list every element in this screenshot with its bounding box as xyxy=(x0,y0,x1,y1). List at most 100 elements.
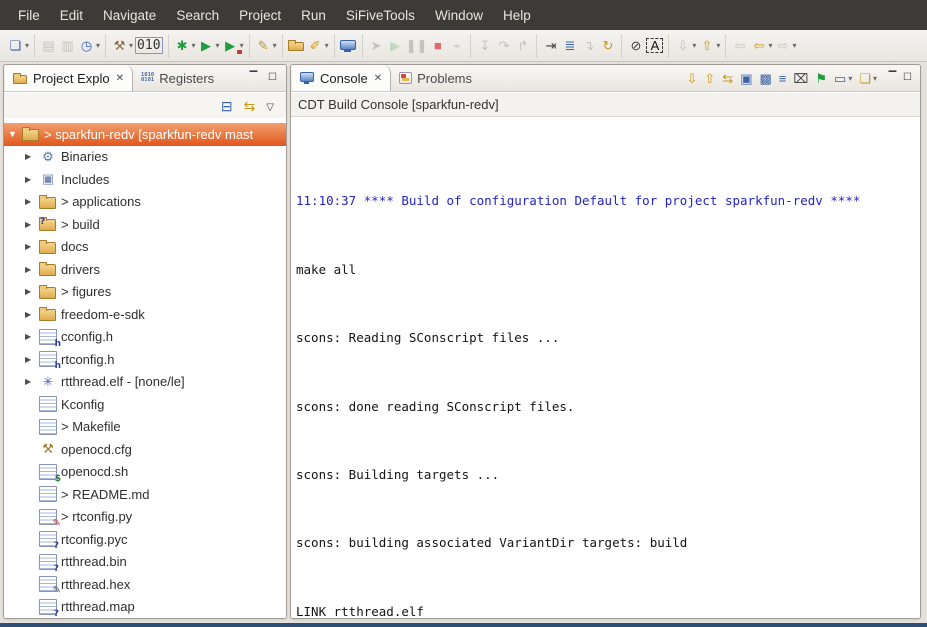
expand-arrow-icon[interactable]: ▶ xyxy=(25,152,39,161)
console-toolbar-button[interactable]: ▩ ▾ xyxy=(759,72,771,85)
expand-arrow-icon[interactable]: ▶ xyxy=(25,310,39,319)
console-toolbar-button[interactable]: ▣ ▾ xyxy=(740,72,752,85)
expand-arrow-icon[interactable]: ▶ xyxy=(25,377,39,386)
menu-item[interactable]: Window xyxy=(425,0,493,30)
toolbar-button[interactable]: ↻ ▾ xyxy=(598,34,617,58)
toolbar-button[interactable]: ▾ xyxy=(334,34,358,58)
toolbar-button[interactable]: ⇧ ▾ xyxy=(697,34,721,58)
dropdown-arrow-icon[interactable]: ▾ xyxy=(873,74,877,83)
dropdown-arrow-icon[interactable]: ▾ xyxy=(692,41,696,50)
toolbar-button[interactable]: ⇥ ▾ xyxy=(536,34,560,58)
console-toolbar-button[interactable]: ❏ ▾ xyxy=(859,72,877,85)
dropdown-arrow-icon[interactable]: ▾ xyxy=(25,41,29,50)
tree-item[interactable]: ▶ ▣ Includes xyxy=(4,168,286,191)
toolbar-button[interactable]: ◷ ▾ xyxy=(77,34,101,58)
dropdown-arrow-icon[interactable]: ▾ xyxy=(240,41,244,50)
dropdown-arrow-icon[interactable]: ▾ xyxy=(716,41,720,50)
toolbar-button[interactable]: ■ ▾ xyxy=(428,34,447,58)
toolbar-button[interactable]: ▶ ▾ xyxy=(197,34,221,58)
toolbar-button[interactable]: ▶ ▾ xyxy=(221,34,245,58)
expand-arrow-icon[interactable]: ▼ xyxy=(8,129,22,139)
console-toolbar-button[interactable]: ⇩ ▾ xyxy=(686,72,697,85)
toolbar-button[interactable]: ↱ ▾ xyxy=(513,34,532,58)
toolbar-button[interactable]: ⚒ ▾ xyxy=(105,34,134,58)
console-toolbar-button[interactable]: ⇧ ▾ xyxy=(704,72,715,85)
close-icon[interactable]: ✕ xyxy=(374,73,382,84)
toolbar-button[interactable]: ▶ ▾ xyxy=(386,34,405,58)
tab-registers[interactable]: 1010 0101 Registers xyxy=(133,65,222,91)
toolbar-button[interactable]: ↴ ▾ xyxy=(579,34,598,58)
toolbar-button[interactable]: ⇦ ▾ xyxy=(725,34,749,58)
expand-arrow-icon[interactable]: ▶ xyxy=(25,265,39,274)
expand-arrow-icon[interactable]: ▶ xyxy=(25,220,39,229)
toolbar-button[interactable]: ↷ ▾ xyxy=(494,34,513,58)
console-toolbar-button[interactable]: ⇆ ▾ xyxy=(722,72,733,85)
console-toolbar-button[interactable]: ≡ ▾ xyxy=(779,72,787,85)
tree-item[interactable]: ▶ drivers xyxy=(4,258,286,281)
toolbar-button[interactable]: ⇩ ▾ xyxy=(668,34,697,58)
menu-item[interactable]: File xyxy=(8,0,50,30)
dropdown-arrow-icon[interactable]: ▾ xyxy=(768,41,772,50)
toolbar-button[interactable]: ▥ ▾ xyxy=(58,34,77,58)
console-toolbar-button[interactable]: ⚑ ▾ xyxy=(815,72,827,85)
tree-item[interactable]: Kconfig xyxy=(4,393,286,416)
console-toolbar-button[interactable]: ▭ ▾ xyxy=(834,72,852,85)
tree-item[interactable]: ▶ > build xyxy=(4,213,286,236)
toolbar-button[interactable]: ≣ ▾ xyxy=(560,34,579,58)
toolbar-button[interactable]: A ▾ xyxy=(645,34,664,58)
toolbar-button[interactable]: ⇦ ▾ xyxy=(749,34,773,58)
expand-arrow-icon[interactable]: ▶ xyxy=(25,242,39,251)
toolbar-button[interactable]: 010 ▾ xyxy=(134,34,163,58)
tree-item[interactable]: > rtconfig.py xyxy=(4,506,286,529)
tree-item[interactable]: ▶ cconfig.h xyxy=(4,326,286,349)
tree-item[interactable]: ▶ ⚙ Binaries xyxy=(4,146,286,169)
tree-item[interactable]: ▶ ✳ rtthread.elf - [none/le] xyxy=(4,371,286,394)
tree-item[interactable]: > Makefile xyxy=(4,416,286,439)
tab-console[interactable]: Console ✕ xyxy=(292,65,391,91)
dropdown-arrow-icon[interactable]: ▾ xyxy=(273,41,277,50)
menu-item[interactable]: Navigate xyxy=(93,0,166,30)
tree-item[interactable]: ▼ > sparkfun-redv [sparkfun-redv mast xyxy=(4,123,286,146)
menu-item[interactable]: SiFiveTools xyxy=(336,0,425,30)
tree-item[interactable]: rtthread.map xyxy=(4,596,286,619)
toolbar-button[interactable]: ▤ ▾ xyxy=(34,34,58,58)
view-toolbar-button[interactable]: ⊟ xyxy=(221,99,233,113)
dropdown-arrow-icon[interactable]: ▾ xyxy=(129,41,133,50)
view-toolbar-button[interactable]: ▽ xyxy=(266,98,274,113)
tab-problems[interactable]: Problems xyxy=(391,65,480,91)
menu-item[interactable]: Run xyxy=(291,0,336,30)
tree-item[interactable]: rtconfig.pyc xyxy=(4,528,286,551)
toolbar-button[interactable]: ➤ ▾ xyxy=(362,34,386,58)
tree-item[interactable]: rtthread.bin xyxy=(4,551,286,574)
expand-arrow-icon[interactable]: ▶ xyxy=(25,175,39,184)
toolbar-button[interactable]: ⇨ ▾ xyxy=(773,34,797,58)
toolbar-button[interactable]: ✎ ▾ xyxy=(249,34,278,58)
minimize-icon[interactable]: ▔ xyxy=(885,73,900,83)
tree-item[interactable]: ▶ docs xyxy=(4,236,286,259)
dropdown-arrow-icon[interactable]: ▾ xyxy=(96,41,100,50)
tree-item[interactable]: > README.md xyxy=(4,483,286,506)
menu-item[interactable]: Project xyxy=(229,0,291,30)
expand-arrow-icon[interactable]: ▶ xyxy=(25,197,39,206)
toolbar-button[interactable]: ▾ xyxy=(282,34,306,58)
minimize-icon[interactable]: ▔ xyxy=(246,73,261,83)
tree-item[interactable]: ▶ rtconfig.h xyxy=(4,348,286,371)
view-toolbar-button[interactable]: ⇆ xyxy=(244,99,256,113)
expand-arrow-icon[interactable]: ▶ xyxy=(25,332,39,341)
dropdown-arrow-icon[interactable]: ▾ xyxy=(192,41,196,50)
toolbar-button[interactable]: ↧ ▾ xyxy=(470,34,494,58)
dropdown-arrow-icon[interactable]: ▾ xyxy=(848,74,852,83)
tree-item[interactable]: rtthread.hex xyxy=(4,573,286,596)
menu-item[interactable]: Edit xyxy=(50,0,93,30)
dropdown-arrow-icon[interactable]: ▾ xyxy=(792,41,796,50)
expand-arrow-icon[interactable]: ▶ xyxy=(25,287,39,296)
toolbar-button[interactable]: ❚❚ ▾ xyxy=(405,34,429,58)
close-icon[interactable]: ✕ xyxy=(116,73,124,84)
tree-item[interactable]: ⚒ openocd.cfg xyxy=(4,438,286,461)
toolbar-button[interactable]: ❏ ▾ xyxy=(6,34,30,58)
maximize-icon[interactable]: ☐ xyxy=(265,73,280,83)
toolbar-button[interactable]: ✱ ▾ xyxy=(168,34,197,58)
menu-item[interactable]: Help xyxy=(493,0,541,30)
tree-item[interactable]: ▶ freedom-e-sdk xyxy=(4,303,286,326)
dropdown-arrow-icon[interactable]: ▾ xyxy=(216,41,220,50)
